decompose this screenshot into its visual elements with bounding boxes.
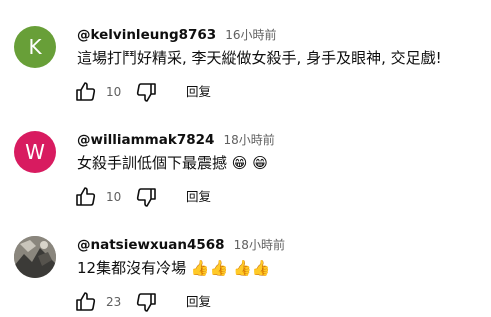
avatar-photo: [14, 236, 56, 278]
thumb-up-icon: [76, 187, 96, 206]
comment: W @williammak7824 18小時前 女殺手訓低個下最震撼 😁 😁 1…: [0, 105, 491, 209]
avatar-letter: K: [28, 35, 42, 59]
comment-header: @williammak7824 18小時前: [77, 129, 275, 148]
author-handle[interactable]: @kelvinleung8763: [77, 27, 216, 43]
comment-body: 12集都沒有冷場: [77, 259, 187, 277]
thumb-down-icon: [136, 293, 156, 312]
dislike-button[interactable]: [134, 80, 158, 104]
comment-text: 這場打鬥好精采, 李天縱做女殺手, 身手及眼神, 交足戲!: [77, 48, 442, 68]
comment-actions: 10 回复: [72, 80, 272, 104]
thumb-down-icon: [136, 188, 156, 207]
author-handle[interactable]: @williammak7824: [77, 132, 214, 148]
reply-button[interactable]: 回复: [186, 83, 211, 101]
reply-button[interactable]: 回复: [186, 293, 211, 311]
avatar[interactable]: [14, 236, 56, 278]
thumb-up-icon: [76, 292, 96, 311]
comment-time[interactable]: 16小時前: [225, 28, 276, 42]
like-button[interactable]: [74, 80, 98, 104]
avatar[interactable]: W: [14, 131, 56, 173]
comment-list: K @kelvinleung8763 16小時前 這場打鬥好精采, 李天縱做女殺…: [0, 0, 491, 317]
like-count: 10: [106, 190, 122, 204]
avatar-letter: W: [25, 140, 45, 164]
comment-header: @natsiewxuan4568 18小時前: [77, 234, 285, 253]
like-button[interactable]: [74, 185, 98, 209]
like-count: 10: [106, 85, 122, 99]
like-count: 23: [106, 295, 122, 309]
comment: K @kelvinleung8763 16小時前 這場打鬥好精采, 李天縱做女殺…: [0, 0, 491, 104]
comment: @natsiewxuan4568 18小時前 12集都沒有冷場 👍👍 👍👍 23…: [0, 210, 491, 314]
grin-emoji: 😁 😁: [231, 154, 268, 172]
thumb-up-icon: [76, 82, 96, 101]
comment-header: @kelvinleung8763 16小時前: [77, 24, 277, 43]
thumb-down-icon: [136, 83, 156, 102]
dislike-button[interactable]: [134, 185, 158, 209]
thumbs-up-emoji: 👍👍 👍👍: [190, 259, 271, 277]
reply-button[interactable]: 回复: [186, 188, 211, 206]
author-handle[interactable]: @natsiewxuan4568: [77, 237, 225, 253]
like-button[interactable]: [74, 290, 98, 314]
comment-text: 女殺手訓低個下最震撼 😁 😁: [77, 153, 268, 173]
comment-time[interactable]: 18小時前: [234, 238, 285, 252]
comment-actions: 23 回复: [72, 290, 272, 314]
dislike-button[interactable]: [134, 290, 158, 314]
comment-text: 12集都沒有冷場 👍👍 👍👍: [77, 258, 270, 278]
comment-time[interactable]: 18小時前: [223, 133, 274, 147]
comment-actions: 10 回复: [72, 185, 272, 209]
comment-body: 女殺手訓低個下最震撼: [77, 154, 228, 172]
avatar[interactable]: K: [14, 26, 56, 68]
comment-body: 這場打鬥好精采, 李天縱做女殺手, 身手及眼神, 交足戲!: [77, 49, 442, 67]
